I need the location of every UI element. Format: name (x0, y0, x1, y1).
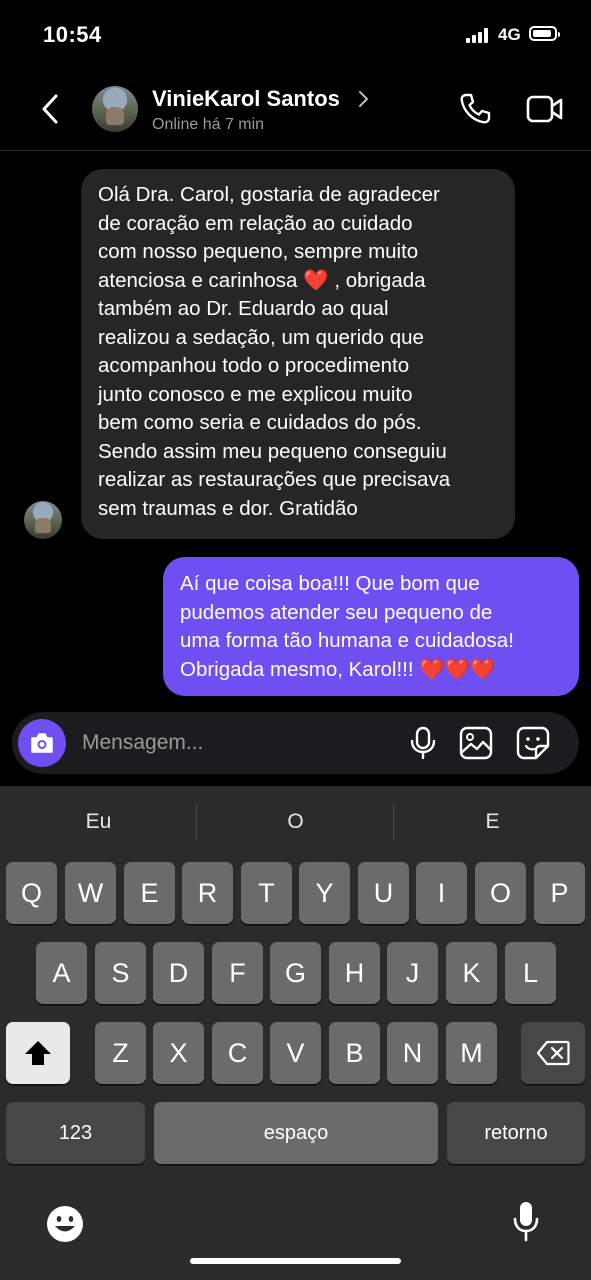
key-e[interactable]: E (124, 862, 175, 924)
key-v[interactable]: V (270, 1022, 321, 1084)
phone-icon[interactable] (458, 92, 492, 126)
contact-name[interactable]: VinieKarol Santos (152, 86, 340, 112)
suggestion-3[interactable]: E (394, 796, 591, 848)
camera-icon (31, 733, 53, 753)
key-h[interactable]: H (329, 942, 380, 1004)
key-r[interactable]: R (182, 862, 233, 924)
key-q[interactable]: Q (6, 862, 57, 924)
key-d[interactable]: D (153, 942, 204, 1004)
suggestion-1[interactable]: Eu (0, 796, 197, 848)
chat-thread[interactable]: Olá Dra. Carol, gostaria de agradecer de… (0, 151, 591, 711)
key-a[interactable]: A (36, 942, 87, 1004)
key-m[interactable]: M (446, 1022, 497, 1084)
backspace-icon (536, 1040, 570, 1066)
key-u[interactable]: U (358, 862, 409, 924)
key-c[interactable]: C (212, 1022, 263, 1084)
network-label: 4G (498, 25, 521, 44)
camera-button[interactable] (18, 719, 66, 767)
contact-avatar[interactable] (92, 86, 138, 132)
sticker-icon[interactable] (516, 726, 550, 760)
signal-icon (466, 27, 493, 43)
key-x[interactable]: X (153, 1022, 204, 1084)
key-p[interactable]: P (534, 862, 585, 924)
back-chevron-icon[interactable] (38, 92, 64, 126)
status-bar: 10:54 4G (0, 0, 591, 70)
video-icon[interactable] (526, 94, 564, 124)
numbers-key[interactable]: 123 (6, 1102, 145, 1164)
dictation-icon[interactable] (511, 1200, 541, 1244)
key-f[interactable]: F (212, 942, 263, 1004)
key-y[interactable]: Y (299, 862, 350, 924)
message-composer (12, 712, 579, 774)
key-w[interactable]: W (65, 862, 116, 924)
space-key[interactable]: espaço (154, 1102, 438, 1164)
key-i[interactable]: I (416, 862, 467, 924)
message-input[interactable] (80, 726, 384, 760)
status-time: 10:54 (43, 22, 102, 47)
key-k[interactable]: K (446, 942, 497, 1004)
chevron-right-icon[interactable] (357, 90, 369, 108)
return-key[interactable]: retorno (447, 1102, 585, 1164)
battery-icon (529, 26, 560, 41)
outgoing-message[interactable]: Aí que coisa boa!!! Que bom que pudemos … (163, 557, 579, 696)
sender-avatar[interactable] (24, 501, 62, 539)
key-g[interactable]: G (270, 942, 321, 1004)
suggestion-2[interactable]: O (197, 796, 394, 848)
incoming-message[interactable]: Olá Dra. Carol, gostaria de agradecer de… (81, 169, 515, 539)
backspace-key[interactable] (521, 1022, 585, 1084)
microphone-icon[interactable] (406, 726, 440, 760)
shift-key[interactable] (6, 1022, 70, 1084)
chat-header: VinieKarol Santos Online há 7 min (0, 70, 591, 151)
key-j[interactable]: J (387, 942, 438, 1004)
key-b[interactable]: B (329, 1022, 380, 1084)
home-indicator (190, 1258, 401, 1264)
shift-icon (25, 1041, 51, 1065)
key-n[interactable]: N (387, 1022, 438, 1084)
key-s[interactable]: S (95, 942, 146, 1004)
emoji-icon[interactable] (45, 1204, 85, 1244)
gallery-icon[interactable] (459, 726, 493, 760)
key-l[interactable]: L (505, 942, 556, 1004)
key-o[interactable]: O (475, 862, 526, 924)
key-t[interactable]: T (241, 862, 292, 924)
keyboard: Eu O E Q W E R T Y U I O P A S D F G H J… (0, 786, 591, 1280)
key-z[interactable]: Z (95, 1022, 146, 1084)
contact-status: Online há 7 min (152, 116, 265, 133)
